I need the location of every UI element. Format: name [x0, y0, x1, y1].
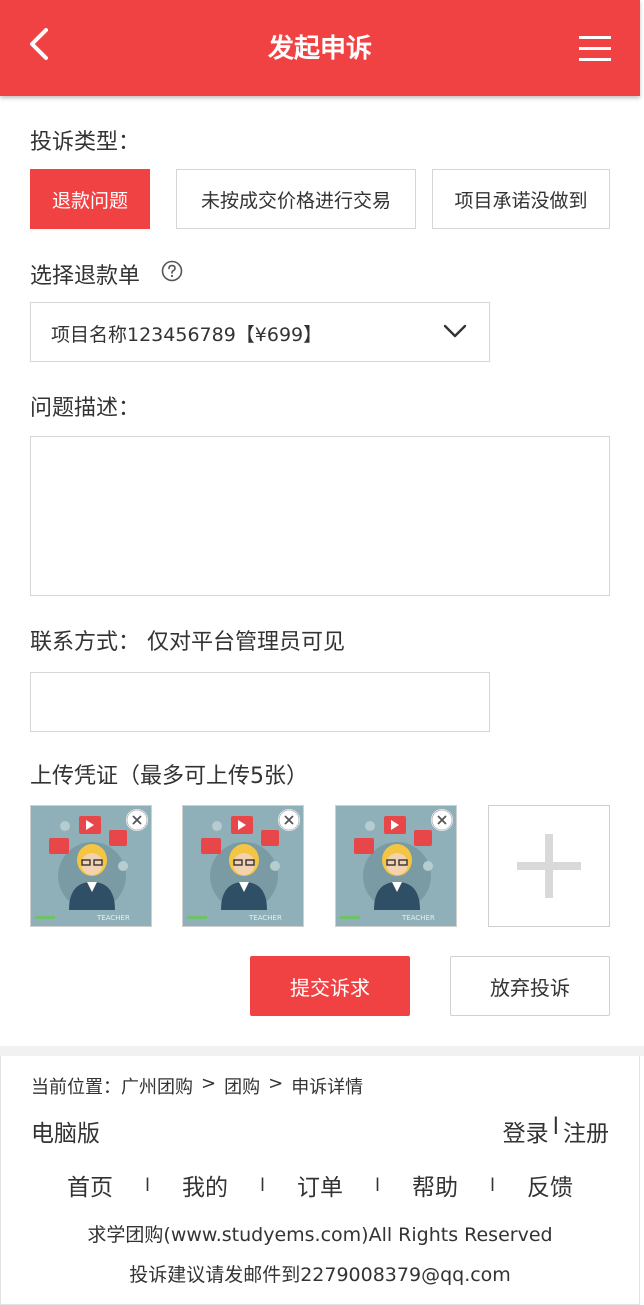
top-app-bar: 发起申诉 [0, 0, 640, 96]
contact-input[interactable] [30, 672, 490, 732]
copyright-text: 求学团购(www.studyems.com)All Rights Reserve… [87, 1224, 553, 1246]
type-option-price[interactable]: 未按成交价格进行交易 [176, 169, 416, 229]
auth-separator: l [552, 1114, 559, 1140]
refund-order-label: 选择退款单 [30, 264, 141, 289]
cancel-complaint-button[interactable]: 放弃投诉 [450, 956, 610, 1016]
nav-item-feedback[interactable]: 反馈 [527, 1168, 573, 1202]
breadcrumb: 当前位置： 广州团购 > 团购 > 申诉详情 [31, 1073, 363, 1099]
contact-email-text: 投诉建议请发邮件到2279008379@qq.com [129, 1264, 511, 1286]
nav-separator: l [144, 1174, 150, 1196]
breadcrumb-separator: > [268, 1073, 284, 1094]
pc-version-link[interactable]: 电脑版 [31, 1114, 100, 1148]
nav-item-help[interactable]: 帮助 [412, 1168, 458, 1202]
page-title: 发起申诉 [267, 34, 372, 64]
contact-label: 联系方式： 仅对平台管理员可见 [30, 630, 345, 655]
breadcrumb-item-appeal-detail[interactable]: 申诉详情 [291, 1073, 363, 1099]
remove-image-icon[interactable] [431, 809, 453, 831]
uploaded-image-2[interactable]: TEACHER [182, 805, 304, 927]
breadcrumb-prefix: 当前位置： [31, 1077, 121, 1098]
thumbnail-caption: TEACHER [248, 914, 282, 922]
breadcrumb-item-guangzhou[interactable]: 广州团购 [121, 1073, 193, 1099]
nav-separator: l [259, 1174, 265, 1196]
add-image-button[interactable] [488, 805, 610, 927]
thumbnail-caption: TEACHER [96, 914, 130, 922]
breadcrumb-separator: > [201, 1073, 217, 1094]
plus-icon [517, 834, 581, 898]
footer: 当前位置： 广州团购 > 团购 > 申诉详情 电脑版 登录 l 注册 首页 l … [0, 1056, 640, 1305]
register-link[interactable]: 注册 [563, 1114, 609, 1148]
complaint-type-label: 投诉类型： [30, 130, 141, 155]
description-label: 问题描述： [30, 396, 141, 421]
chevron-down-icon [443, 324, 467, 338]
breadcrumb-item-group-buy[interactable]: 团购 [224, 1073, 260, 1099]
description-textarea[interactable] [30, 436, 610, 596]
login-link[interactable]: 登录 [503, 1114, 549, 1148]
type-option-promise[interactable]: 项目承诺没做到 [432, 169, 610, 229]
submit-button[interactable]: 提交诉求 [250, 956, 410, 1016]
refund-order-value: 项目名称123456789【¥699】 [51, 324, 323, 346]
remove-image-icon[interactable] [278, 809, 300, 831]
auth-links: 登录 l 注册 [503, 1114, 609, 1148]
type-option-refund[interactable]: 退款问题 [30, 169, 150, 229]
thumbnail-caption: TEACHER [401, 914, 435, 922]
uploaded-image-3[interactable]: TEACHER [335, 805, 457, 927]
nav-item-home[interactable]: 首页 [67, 1168, 113, 1202]
footer-nav: 首页 l 我的 l 订单 l 帮助 l 反馈 [1, 1168, 639, 1202]
nav-item-mine[interactable]: 我的 [182, 1168, 228, 1202]
section-divider [0, 1046, 644, 1056]
nav-separator: l [490, 1174, 496, 1196]
uploaded-image-1[interactable]: TEACHER [30, 805, 152, 927]
nav-item-orders[interactable]: 订单 [297, 1168, 343, 1202]
refund-order-select[interactable]: 项目名称123456789【¥699】 [30, 302, 490, 362]
question-circle-icon[interactable] [161, 260, 183, 282]
nav-separator: l [375, 1174, 381, 1196]
menu-icon[interactable] [578, 32, 612, 64]
upload-label: 上传凭证（最多可上传5张） [30, 764, 308, 789]
remove-image-icon[interactable] [126, 809, 148, 831]
